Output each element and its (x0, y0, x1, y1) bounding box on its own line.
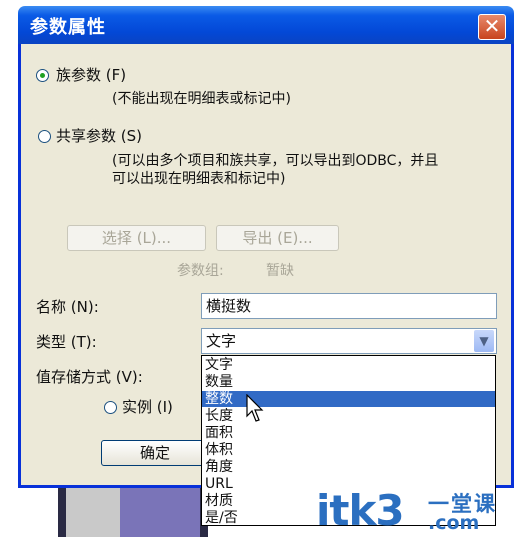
type-select[interactable]: 文字 (201, 328, 497, 354)
parameter-group-value: 暂缺 (266, 263, 294, 279)
watermark-brand: itk3 (316, 486, 405, 535)
type-option[interactable]: 面积 (202, 425, 495, 441)
ok-button[interactable]: 确定 (101, 440, 209, 466)
dialog-title: 参数属性 (30, 17, 106, 38)
family-parameter-radio[interactable] (36, 69, 49, 82)
shared-parameter-label[interactable]: 共享参数 (S) (56, 125, 142, 146)
close-button[interactable]: ✕ (478, 14, 506, 40)
select-button[interactable]: 选择 (L)... (67, 225, 206, 251)
type-option[interactable]: 数量 (202, 374, 495, 390)
close-icon: ✕ (483, 14, 501, 38)
parameter-group-label: 参数组: (177, 263, 224, 279)
export-button[interactable]: 导出 (E)... (216, 225, 339, 251)
name-label: 名称 (N): (36, 298, 99, 316)
watermark-tagline-bottom: .com (428, 512, 480, 534)
instance-label[interactable]: 实例 (I) (122, 396, 173, 417)
type-option[interactable]: 文字 (202, 357, 495, 373)
storage-method-label: 值存储方式 (V): (36, 368, 143, 386)
chevron-down-icon[interactable]: ▼ (474, 330, 494, 352)
type-option[interactable]: 角度 (202, 459, 495, 475)
mouse-pointer-icon (246, 394, 264, 422)
instance-radio[interactable] (104, 401, 117, 414)
type-select-value: 文字 (206, 332, 237, 350)
shared-parameter-radio[interactable] (38, 130, 51, 143)
type-option[interactable]: 体积 (202, 442, 495, 458)
family-parameter-label[interactable]: 族参数 (F) (56, 64, 126, 85)
type-label: 类型 (T): (36, 333, 97, 351)
name-input[interactable]: 横挺数 (201, 293, 497, 319)
family-parameter-description: (不能出现在明细表或标记中) (112, 91, 291, 107)
shared-parameter-description-line2: 可以出现在明细表和标记中) (112, 171, 286, 187)
shared-parameter-description-line1: (可以由多个项目和族共享，可以导出到ODBC，并且 (112, 153, 439, 169)
